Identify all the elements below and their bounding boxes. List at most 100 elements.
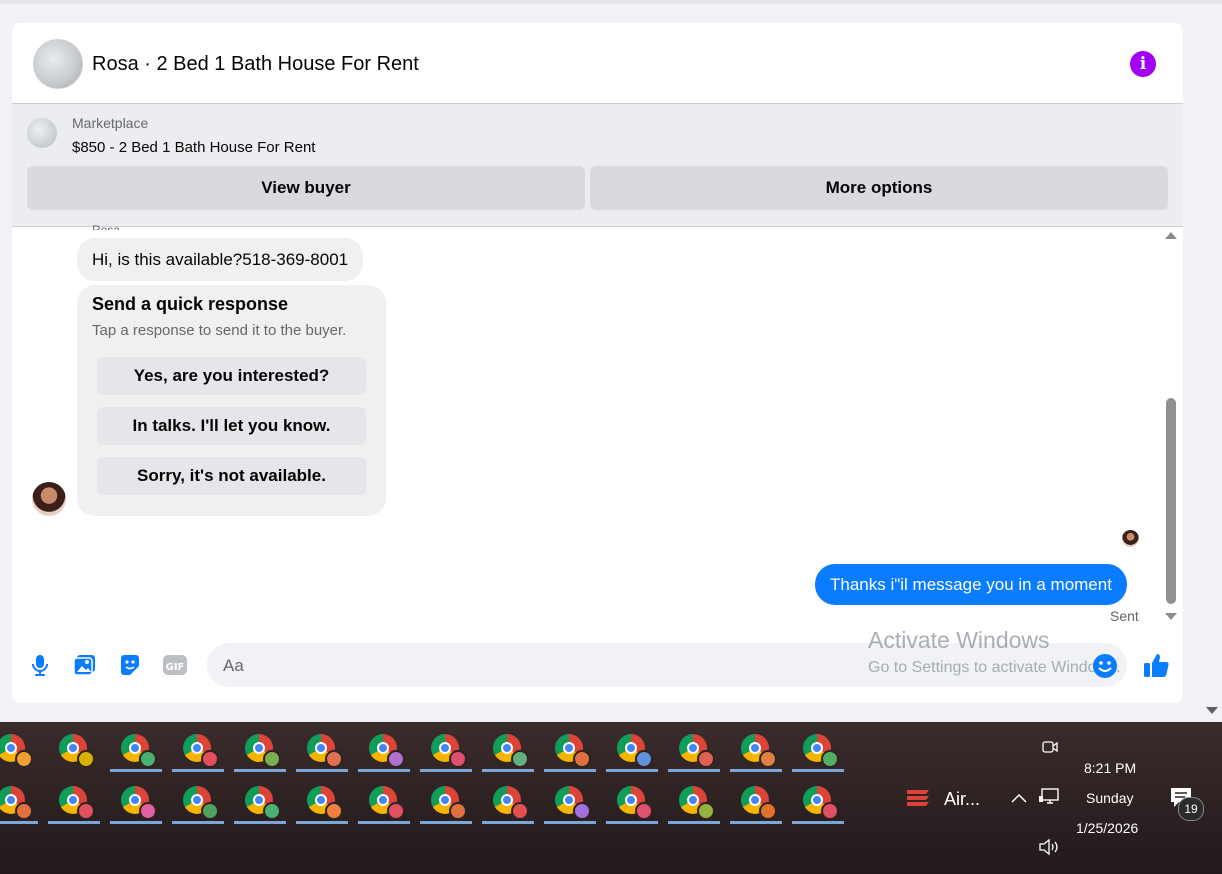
volume-icon[interactable] (1038, 837, 1062, 857)
running-indicator (606, 769, 658, 772)
taskbar-chrome-profile-button[interactable] (48, 724, 98, 772)
scroll-up-arrow-icon[interactable] (1165, 232, 1177, 239)
app-icon[interactable] (904, 784, 932, 812)
taskbar-chrome-profile-button[interactable] (730, 724, 782, 772)
running-indicator (234, 821, 286, 824)
running-indicator (296, 769, 348, 772)
taskbar-app-label[interactable]: Air... (944, 789, 980, 810)
notification-count-badge: 19 (1178, 797, 1204, 821)
taskbar-chrome-profile-button[interactable] (420, 776, 472, 824)
profile-badge-icon (697, 802, 715, 820)
clock-day[interactable]: Sunday (1086, 790, 1133, 806)
photo-icon[interactable] (72, 652, 98, 678)
taskbar-chrome-profile-button[interactable] (0, 724, 36, 772)
profile-badge-icon (201, 802, 219, 820)
taskbar-chrome-profile-button[interactable] (0, 776, 38, 824)
scrollbar-thumb[interactable] (1166, 398, 1176, 604)
profile-badge-icon (325, 750, 343, 768)
listing-avatar[interactable] (33, 39, 83, 89)
running-indicator (110, 821, 162, 824)
taskbar-chrome-profile-button[interactable] (668, 724, 720, 772)
running-indicator (172, 769, 224, 772)
running-indicator (606, 821, 658, 824)
sender-avatar[interactable] (32, 482, 66, 516)
sticker-icon[interactable] (117, 652, 143, 678)
running-indicator (110, 769, 162, 772)
running-indicator (730, 769, 782, 772)
gif-icon[interactable]: GIF (162, 652, 188, 678)
conversation-title[interactable]: Rosa · 2 Bed 1 Bath House For Rent (92, 53, 419, 76)
running-indicator (358, 821, 410, 824)
taskbar-chrome-profile-button[interactable] (606, 776, 658, 824)
profile-badge-icon (821, 802, 839, 820)
thumbs-up-icon[interactable] (1142, 651, 1170, 679)
running-indicator (48, 821, 100, 824)
activate-windows-subtitle: Go to Settings to activate Windows. (868, 659, 1121, 676)
taskbar-chrome-profile-button[interactable] (172, 776, 224, 824)
emoji-icon[interactable] (1092, 653, 1118, 679)
browser-top-strip (0, 0, 1222, 4)
taskbar-chrome-profile-button[interactable] (792, 724, 844, 772)
taskbar-chrome-profile-button[interactable] (482, 724, 534, 772)
profile-badge-icon (449, 802, 467, 820)
clock-date[interactable]: 1/25/2026 (1076, 820, 1138, 836)
page-scroll-down-icon[interactable] (1206, 707, 1218, 714)
clock-time[interactable]: 8:21 PM (1084, 760, 1136, 776)
microphone-icon[interactable] (27, 652, 53, 678)
listing-title[interactable]: $850 - 2 Bed 1 Bath House For Rent (72, 139, 315, 156)
sender-name: Rosa (92, 223, 121, 230)
profile-badge-icon (387, 802, 405, 820)
profile-badge-icon (15, 802, 33, 820)
quick-response-not-available-button[interactable]: Sorry, it's not available. (97, 457, 366, 495)
taskbar-chrome-profile-button[interactable] (296, 776, 348, 824)
taskbar-chrome-profile-button[interactable] (482, 776, 534, 824)
listing-thumbnail[interactable] (27, 118, 57, 148)
taskbar-chrome-profile-button[interactable] (730, 776, 782, 824)
profile-badge-icon (635, 750, 653, 768)
taskbar-chrome-profile-button[interactable] (234, 776, 286, 824)
quick-response-in-talks-button[interactable]: In talks. I'll let you know. (97, 407, 366, 445)
taskbar-chrome-profile-button[interactable] (48, 776, 100, 824)
running-indicator (668, 821, 720, 824)
outgoing-message[interactable]: Thanks i"il message you in a moment (815, 564, 1127, 605)
taskbar-chrome-profile-button[interactable] (358, 724, 410, 772)
message-status: Sent (1110, 608, 1139, 624)
running-indicator (792, 769, 844, 772)
profile-badge-icon (573, 802, 591, 820)
quick-response-yes-button[interactable]: Yes, are you interested? (97, 357, 366, 395)
taskbar-chrome-profile-button[interactable] (172, 724, 224, 772)
taskbar-chrome-profile-button[interactable] (420, 724, 472, 772)
taskbar-chrome-profile-button[interactable] (234, 724, 286, 772)
meet-now-icon[interactable] (1040, 737, 1060, 757)
chevron-up-icon[interactable] (1010, 790, 1028, 806)
info-icon[interactable]: i (1130, 51, 1156, 77)
taskbar-chrome-profile-button[interactable] (606, 724, 658, 772)
taskbar-chrome-profile-button[interactable] (358, 776, 410, 824)
taskbar-chrome-profile-button[interactable] (110, 776, 162, 824)
running-indicator (420, 821, 472, 824)
profile-badge-icon (573, 750, 591, 768)
profile-badge-icon (759, 802, 777, 820)
taskbar-chrome-profile-button[interactable] (544, 724, 596, 772)
running-indicator (0, 821, 38, 824)
profile-badge-icon (263, 802, 281, 820)
profile-badge-icon (77, 750, 95, 768)
view-buyer-button[interactable]: View buyer (27, 166, 585, 210)
profile-badge-icon (449, 750, 467, 768)
more-options-button[interactable]: More options (590, 166, 1168, 210)
taskbar-chrome-profile-button[interactable] (296, 724, 348, 772)
network-icon[interactable] (1038, 786, 1062, 808)
taskbar-chrome-profile-button[interactable] (110, 724, 162, 772)
running-indicator (544, 821, 596, 824)
scroll-down-arrow-icon[interactable] (1165, 613, 1177, 620)
profile-badge-icon (821, 750, 839, 768)
running-indicator (482, 769, 534, 772)
marketplace-label: Marketplace (72, 115, 149, 131)
gif-label: GIF (166, 662, 185, 673)
incoming-message[interactable]: Hi, is this available?518-369-8001 (77, 238, 364, 281)
taskbar-chrome-profile-button[interactable] (668, 776, 720, 824)
running-indicator (420, 769, 472, 772)
taskbar-chrome-profile-button[interactable] (792, 776, 844, 824)
taskbar-chrome-profile-button[interactable] (544, 776, 596, 824)
running-indicator (730, 821, 782, 824)
